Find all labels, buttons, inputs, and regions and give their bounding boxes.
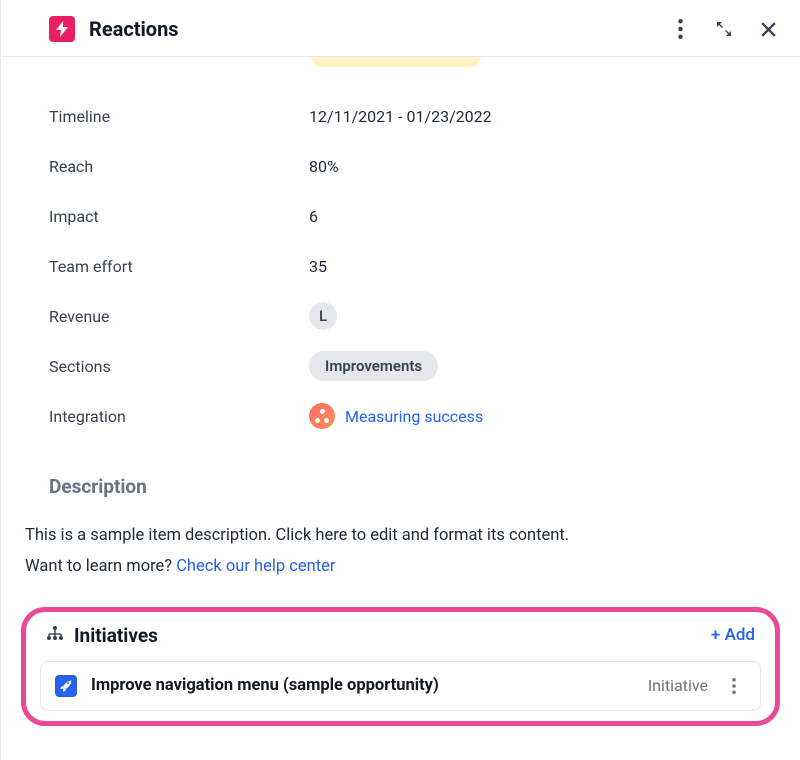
field-revenue: Revenue L [49,291,752,341]
field-value[interactable]: L [309,302,337,330]
rocket-icon [55,675,77,697]
initiative-title: Improve navigation menu (sample opportun… [91,676,634,695]
field-value: Measuring success [309,403,483,429]
field-value[interactable]: 12/11/2021 - 01/23/2022 [309,107,492,126]
detail-panel: Reactions Timeline 12/11/2021 - 01/23/20… [0,0,800,760]
field-value[interactable]: 80% [309,157,339,176]
field-label: Impact [49,207,309,226]
add-initiative-button[interactable]: + Add [711,625,755,645]
field-team-effort: Team effort 35 [49,241,752,291]
field-value[interactable]: 35 [309,257,327,276]
initiatives-header: Initiatives + Add [40,624,761,661]
field-value[interactable]: Improvements [309,351,438,381]
header-actions [668,17,780,41]
panel-header: Reactions [1,0,800,57]
field-label: Team effort [49,257,309,276]
field-label: Integration [49,407,309,426]
asana-icon [309,403,335,429]
help-center-link[interactable]: Check our help center [176,557,335,576]
field-label: Sections [49,357,309,376]
field-label: Revenue [49,307,309,326]
integration-link[interactable]: Measuring success [345,407,483,426]
initiative-type: Initiative [648,676,708,695]
field-reach: Reach 80% [49,141,752,191]
field-impact: Impact 6 [49,191,752,241]
status-pill-fragment [311,57,481,67]
panel-title: Reactions [89,17,668,41]
description-text: This is a sample item description. Click… [25,526,569,545]
more-menu-icon[interactable] [668,17,692,41]
section-tag: Improvements [309,351,438,381]
field-label: Timeline [49,107,309,126]
hierarchy-icon [46,625,64,645]
revenue-badge: L [309,302,337,330]
close-icon[interactable] [756,17,780,41]
field-integration: Integration Measuring success [49,391,752,441]
initiative-more-icon[interactable] [722,674,746,698]
field-label: Reach [49,157,309,176]
fields-list: Timeline 12/11/2021 - 01/23/2022 Reach 8… [1,73,800,441]
field-sections: Sections Improvements [49,341,752,391]
description-body[interactable]: This is a sample item description. Click… [1,498,800,583]
initiatives-section-highlight: Initiatives + Add Improve navigation men… [21,607,780,726]
panel-content: Timeline 12/11/2021 - 01/23/2022 Reach 8… [1,57,800,760]
field-value[interactable]: 6 [309,207,318,226]
expand-icon[interactable] [712,17,736,41]
lightning-icon [49,16,75,42]
help-prefix: Want to learn more? [25,557,176,576]
description-heading: Description [1,441,800,498]
initiatives-heading: Initiatives [74,624,711,647]
field-timeline: Timeline 12/11/2021 - 01/23/2022 [49,91,752,141]
initiative-row[interactable]: Improve navigation menu (sample opportun… [40,661,761,711]
